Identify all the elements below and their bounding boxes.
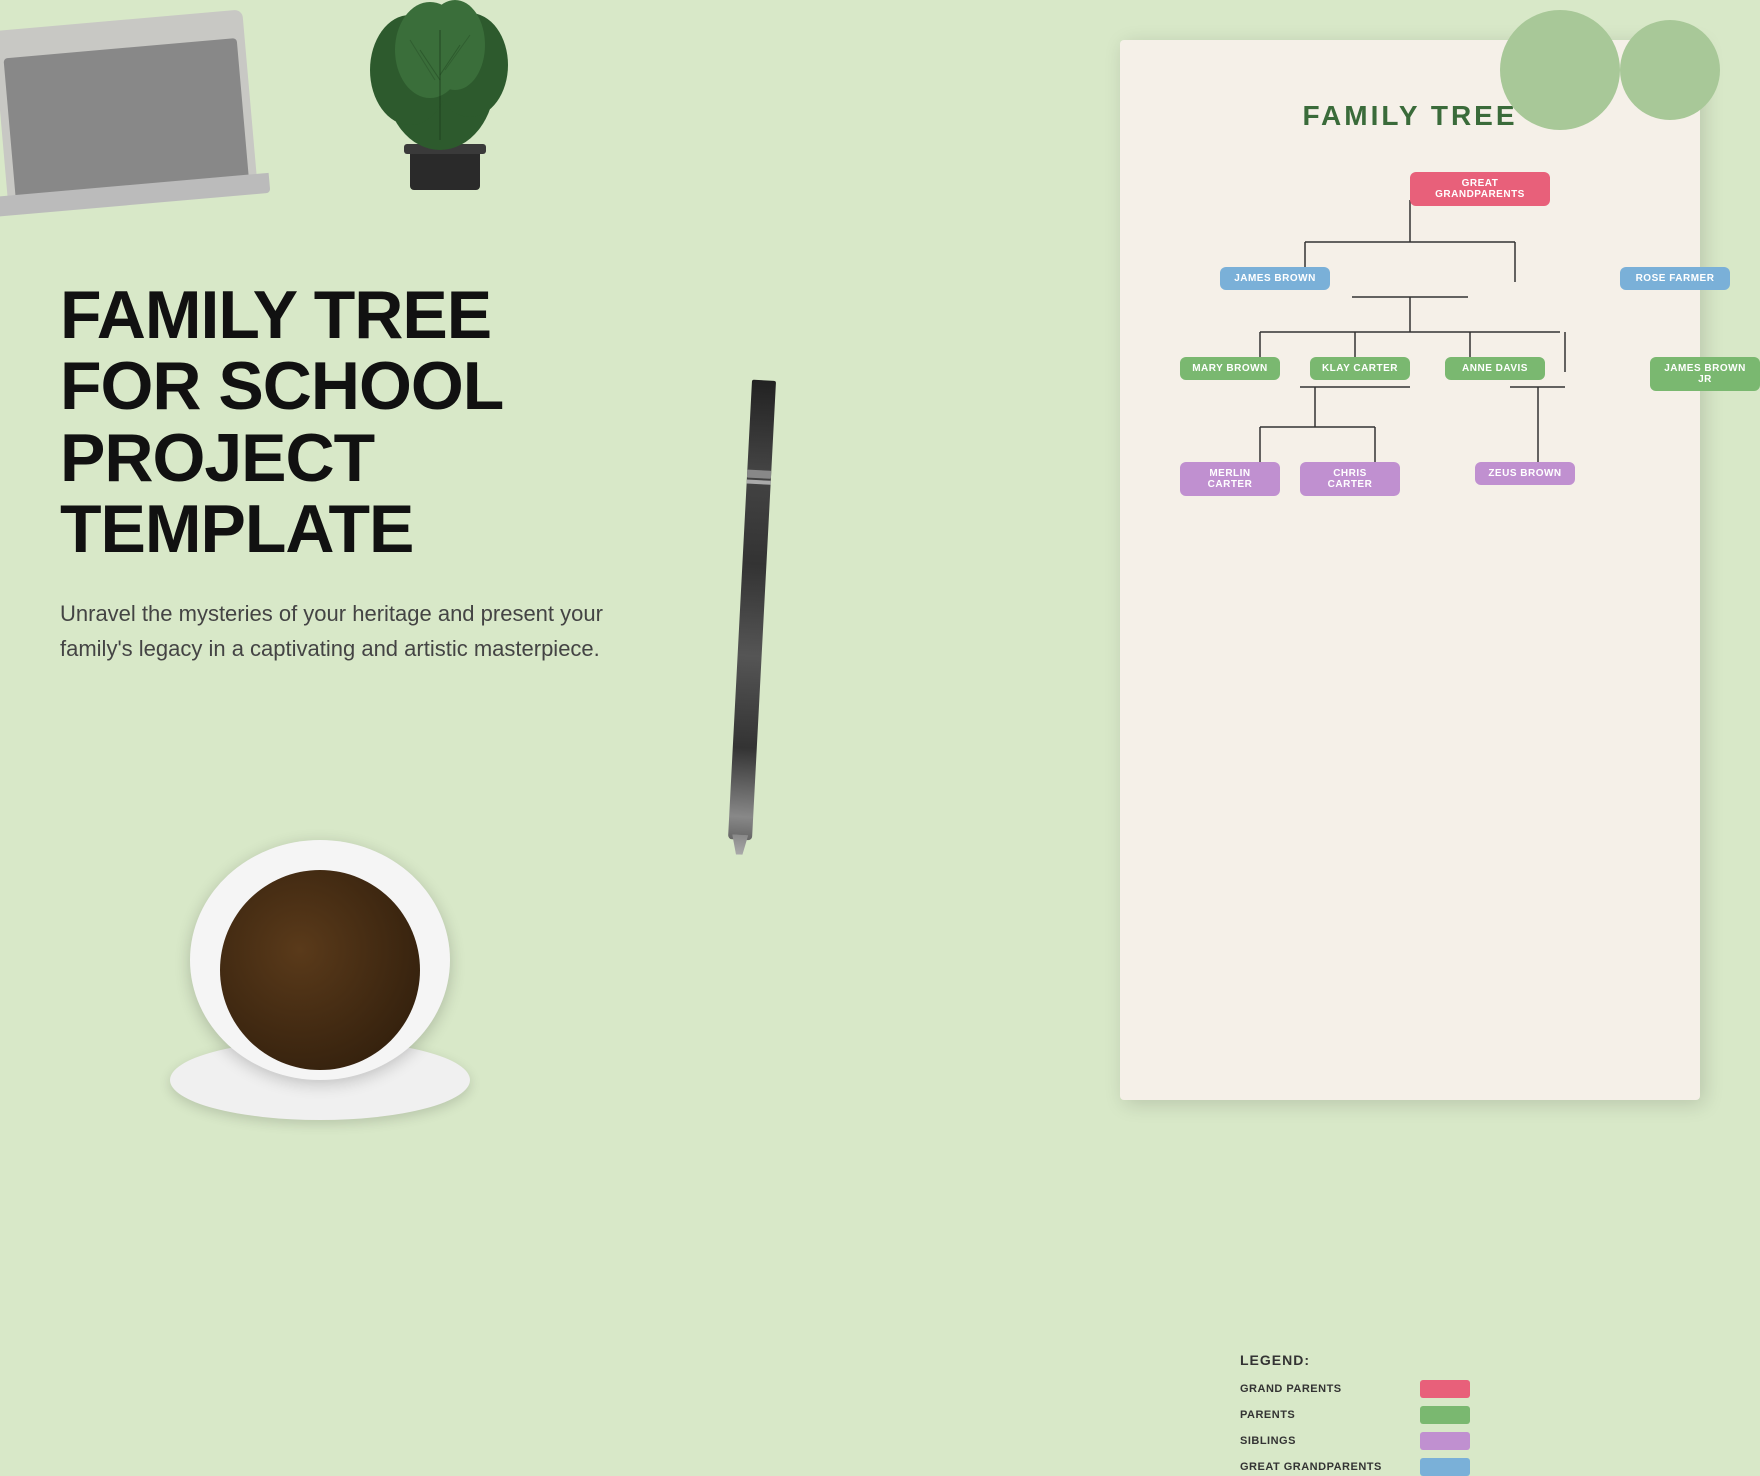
main-text-area: FAMILY TREEFOR SCHOOLPROJECT TEMPLATE Un… xyxy=(60,280,700,666)
document: FAMILY TREE xyxy=(1120,40,1700,1100)
legend-color-parents xyxy=(1420,1406,1470,1424)
legend-item-siblings: SIBLINGS xyxy=(1240,1432,1660,1450)
node-great-grandparents: GREAT GRANDPARENTS xyxy=(1410,172,1550,206)
node-merlin-carter: MERLIN CARTER xyxy=(1180,462,1280,496)
legend-label-parents: PARENTS xyxy=(1240,1409,1420,1421)
node-james-brown-jr: JAMES BROWN JR xyxy=(1650,357,1760,391)
legend-label-great-grandparents: GREAT GRANDPARENTS xyxy=(1240,1461,1420,1473)
node-anne-davis: ANNE DAVIS xyxy=(1445,357,1545,380)
legend: LEGEND: GRAND PARENTS PARENTS SIBLINGS G… xyxy=(1160,1352,1660,1476)
legend-item-great-grandparents: GREAT GRANDPARENTS xyxy=(1240,1458,1660,1476)
legend-color-siblings xyxy=(1420,1432,1470,1450)
main-subtitle: Unravel the mysteries of your heritage a… xyxy=(60,596,620,666)
coffee-decoration xyxy=(140,780,500,1140)
doc-decoration-circle-left xyxy=(1500,10,1620,130)
node-mary-brown: MARY BROWN xyxy=(1180,357,1280,380)
laptop-decoration xyxy=(0,0,260,200)
legend-label-siblings: SIBLINGS xyxy=(1240,1435,1420,1447)
node-rose-farmer: ROSE FARMER xyxy=(1620,267,1730,290)
legend-item-grandparents: GRAND PARENTS xyxy=(1240,1380,1660,1398)
node-klay-carter: KLAY CARTER xyxy=(1310,357,1410,380)
family-tree-chart: GREAT GRANDPARENTS JAMES BROWN ROSE FARM… xyxy=(1160,172,1660,792)
plant-decoration xyxy=(340,0,540,190)
legend-title: LEGEND: xyxy=(1240,1352,1660,1368)
node-chris-carter: CHRIS CARTER xyxy=(1300,462,1400,496)
node-zeus-brown: ZEUS BROWN xyxy=(1475,462,1575,485)
legend-color-grandparents xyxy=(1420,1380,1470,1398)
legend-label-grandparents: GRAND PARENTS xyxy=(1240,1383,1420,1395)
legend-item-parents: PARENTS xyxy=(1240,1406,1660,1424)
main-title: FAMILY TREEFOR SCHOOLPROJECT TEMPLATE xyxy=(60,280,700,566)
node-james-brown: JAMES BROWN xyxy=(1220,267,1330,290)
doc-decoration-circle-right xyxy=(1620,20,1720,120)
legend-color-great-grandparents xyxy=(1420,1458,1470,1476)
